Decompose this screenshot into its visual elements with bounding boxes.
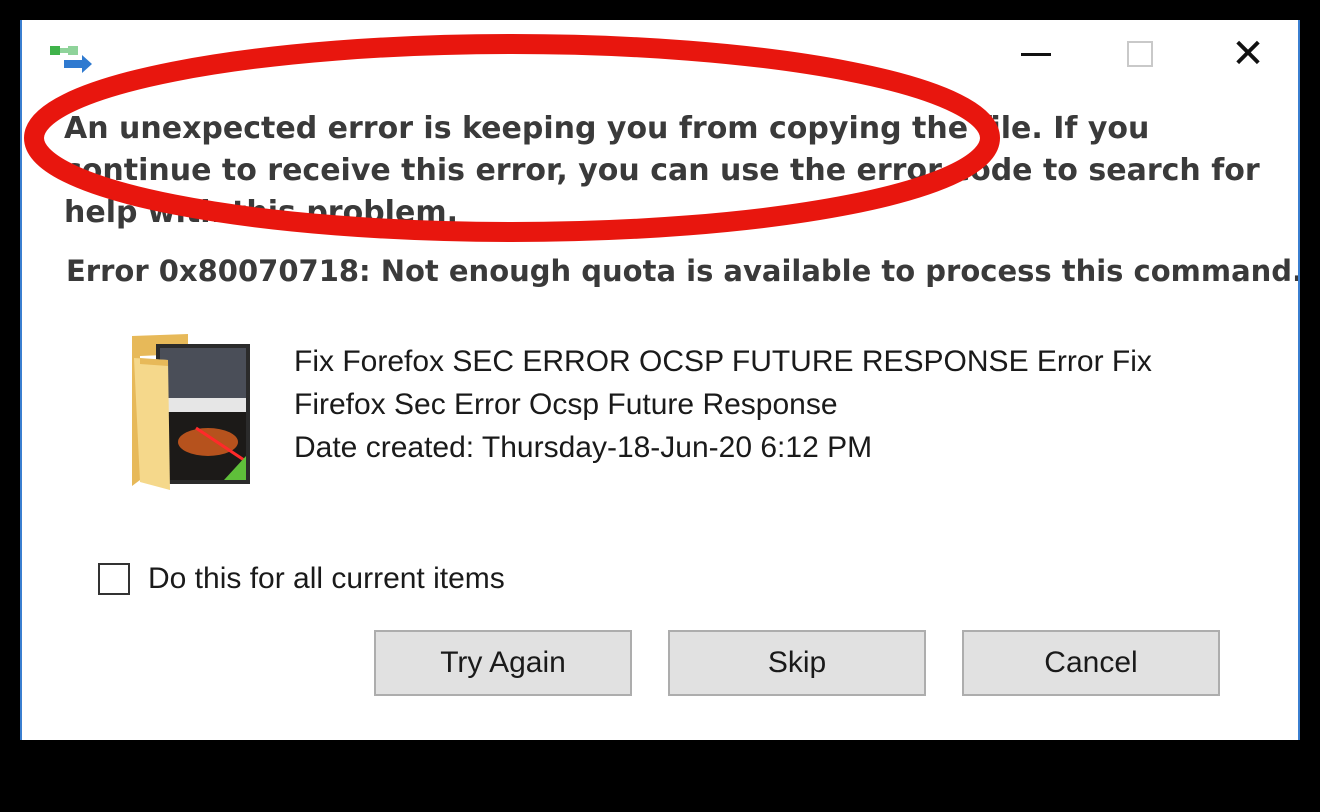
file-details: Fix Forefox SEC ERROR OCSP FUTURE RESPON…: [294, 340, 1254, 469]
apply-all-checkbox[interactable]: [98, 563, 130, 595]
file-copy-icon: [50, 46, 92, 73]
minimize-icon: [1021, 52, 1051, 56]
error-code-text: Error 0x80070718: Not enough quota is av…: [66, 254, 1300, 288]
close-button[interactable]: ✕: [1218, 28, 1278, 80]
folder-thumbnail-icon: [132, 334, 250, 490]
minimize-button[interactable]: [1006, 28, 1066, 80]
error-message: An unexpected error is keeping you from …: [64, 111, 1260, 230]
file-name-line-2: Firefox Sec Error Ocsp Future Response: [294, 388, 838, 421]
apply-all-option[interactable]: Do this for all current items: [98, 562, 505, 596]
maximize-button[interactable]: [1110, 28, 1170, 80]
apply-all-label: Do this for all current items: [148, 562, 505, 595]
maximize-icon: [1127, 41, 1153, 67]
cancel-button[interactable]: Cancel: [962, 630, 1220, 696]
file-date-created: Date created: Thursday-18-Jun-20 6:12 PM: [294, 431, 873, 464]
close-icon: ✕: [1231, 31, 1265, 77]
file-name-line-1: Fix Forefox SEC ERROR OCSP FUTURE RESPON…: [294, 345, 1152, 378]
error-dialog: ✕ An unexpected error is keeping you fro…: [20, 20, 1300, 740]
try-again-button[interactable]: Try Again: [374, 630, 632, 696]
skip-button[interactable]: Skip: [668, 630, 926, 696]
